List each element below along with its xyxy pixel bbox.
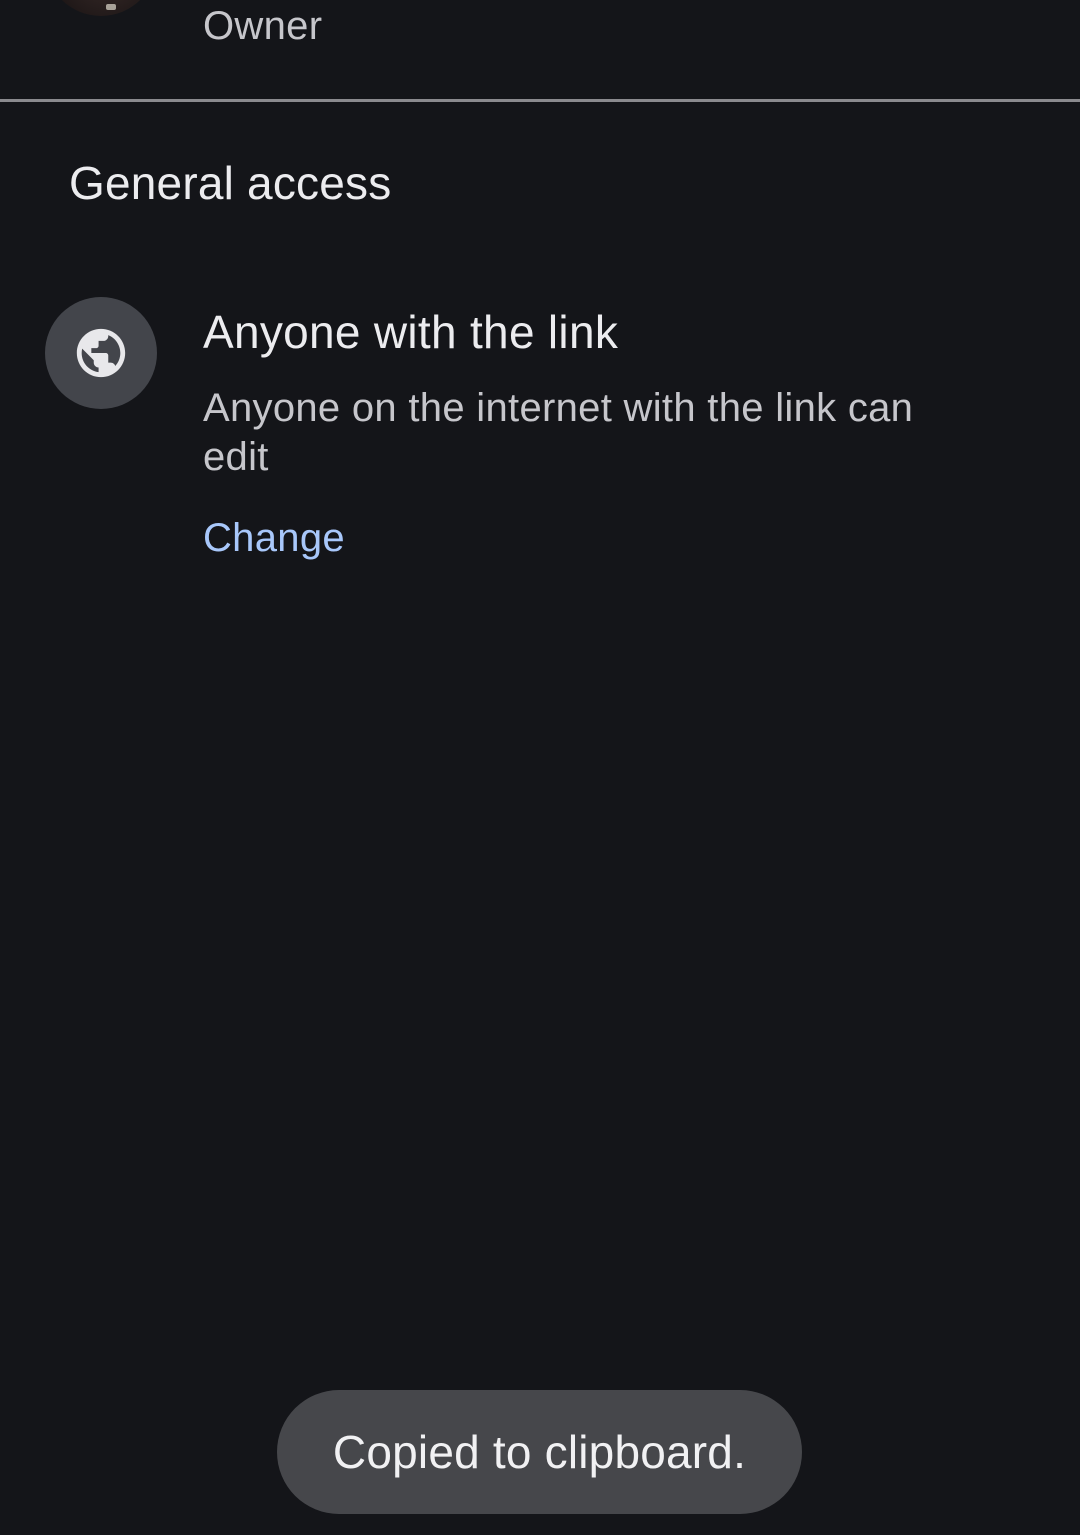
avatar bbox=[45, 0, 157, 16]
owner-row: Owner bbox=[0, 0, 1080, 100]
snackbar-toast: Copied to clipboard. bbox=[277, 1390, 802, 1514]
access-level-title: Anyone with the link bbox=[203, 306, 619, 358]
divider bbox=[0, 99, 1080, 102]
access-level-description: Anyone on the internet with the link can… bbox=[203, 386, 914, 479]
change-access-button[interactable]: Change bbox=[203, 513, 345, 563]
toast-message: Copied to clipboard. bbox=[332, 1426, 747, 1478]
owner-role-label: Owner bbox=[203, 4, 323, 48]
section-title-general-access: General access bbox=[69, 157, 392, 209]
globe-icon bbox=[76, 328, 126, 378]
avatar-detail bbox=[106, 4, 116, 10]
access-icon-container bbox=[45, 297, 157, 409]
